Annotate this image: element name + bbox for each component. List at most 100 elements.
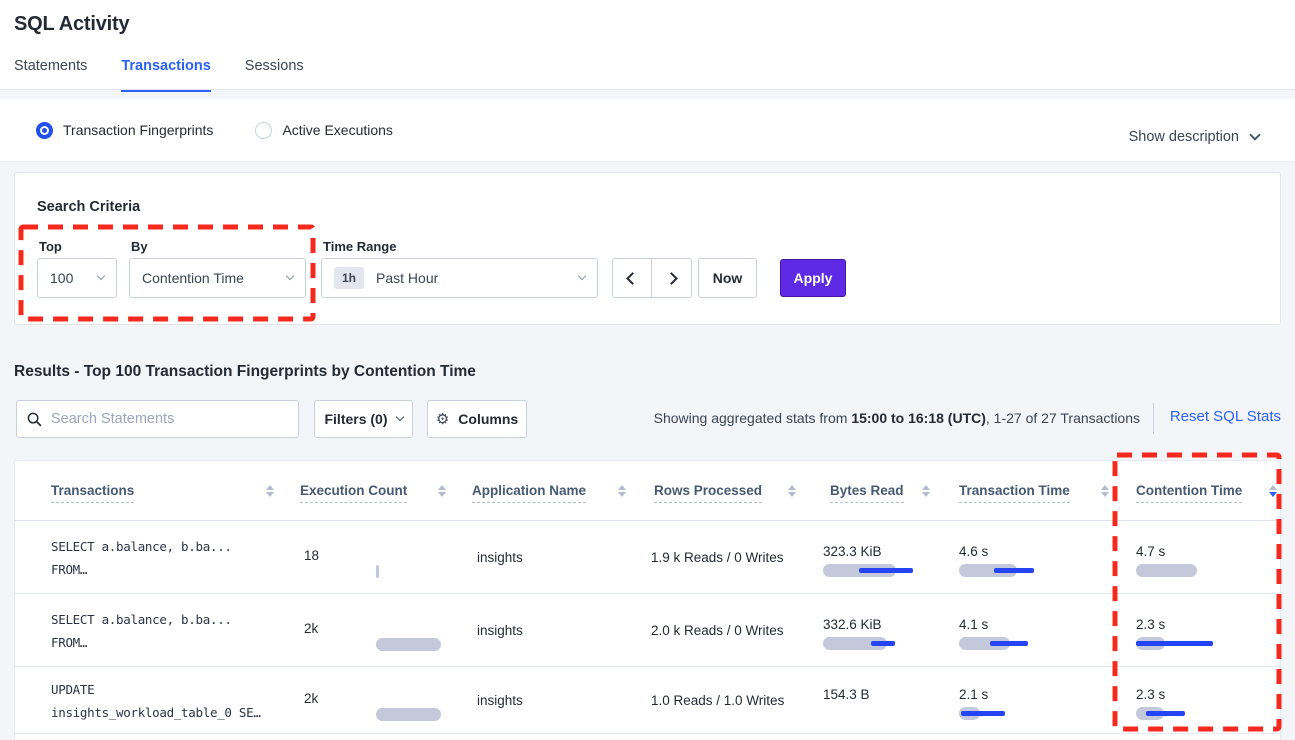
sort-icon-execution-count[interactable]: [438, 485, 446, 497]
search-statements-input[interactable]: [51, 411, 288, 427]
transaction-time-cell: 4.6 s: [959, 521, 1079, 577]
application-name-value: insights: [477, 623, 523, 638]
transaction-time-bar: [959, 637, 1069, 650]
column-header-execution-count[interactable]: Execution Count: [300, 483, 407, 503]
tab-statements[interactable]: Statements: [14, 58, 87, 92]
search-criteria-card: Search Criteria Top 100 By Contention Ti…: [14, 172, 1281, 325]
contention-time-bar: [1136, 564, 1246, 577]
stats-time-range: 15:00 to 16:18 (UTC): [851, 410, 986, 426]
by-label: By: [131, 239, 148, 254]
column-header-bytes-read[interactable]: Bytes Read: [830, 483, 904, 503]
transaction-time-bar: [959, 564, 1069, 577]
reset-sql-stats-link[interactable]: Reset SQL Stats: [1170, 408, 1281, 425]
search-criteria-heading: Search Criteria: [37, 199, 140, 215]
bytes-read-cell: 332.6 KiB: [823, 594, 943, 650]
next-range-button[interactable]: [652, 259, 691, 297]
chevron-left-icon: [626, 272, 639, 285]
contention-time-bar: [1136, 707, 1246, 720]
contention-time-cell: 2.3 s: [1136, 664, 1256, 720]
column-header-contention-time[interactable]: Contention Time: [1136, 483, 1242, 503]
now-button[interactable]: Now: [698, 258, 757, 298]
columns-button[interactable]: ⚙ Columns: [427, 400, 527, 438]
table-row[interactable]: UPDATE insights_workload_table_0 SE… 2k …: [15, 667, 1280, 734]
transaction-time-cell: 2.1 s: [959, 664, 1079, 720]
chevron-right-icon: [665, 272, 678, 285]
contention-time-cell: 4.7 s: [1136, 521, 1256, 577]
execution-count-value: 2k: [304, 621, 318, 636]
radio-label: Transaction Fingerprints: [63, 122, 213, 138]
top-label: Top: [39, 239, 62, 254]
chevron-down-icon: [1249, 129, 1260, 140]
filters-button[interactable]: Filters (0): [314, 400, 413, 438]
chevron-down-icon: [97, 272, 105, 280]
by-select[interactable]: Contention Time: [129, 258, 306, 298]
radio-active-executions[interactable]: Active Executions: [255, 122, 393, 139]
tab-transactions[interactable]: Transactions: [121, 58, 210, 92]
contention-time-bar: [1136, 637, 1246, 650]
chevron-down-icon: [286, 272, 294, 280]
execution-count-value: 18: [304, 548, 319, 563]
transaction-time-cell: 4.1 s: [959, 594, 1079, 650]
radio-selected-icon: [36, 122, 53, 139]
search-statements-box: [16, 400, 299, 438]
aggregated-stats-text: Showing aggregated stats from 15:00 to 1…: [654, 410, 1140, 426]
filters-label: Filters (0): [324, 411, 387, 427]
sort-icon-transactions[interactable]: [266, 485, 274, 497]
by-select-value: Contention Time: [142, 270, 287, 286]
page-title: SQL Activity: [14, 13, 129, 36]
results-heading: Results - Top 100 Transaction Fingerprin…: [14, 363, 476, 381]
chevron-down-icon: [395, 413, 403, 421]
sort-icon-bytes-read[interactable]: [922, 485, 930, 497]
column-header-rows-processed[interactable]: Rows Processed: [654, 483, 762, 503]
table-row[interactable]: SELECT a.balance, b.ba... FROM… 18 insig…: [15, 521, 1280, 594]
sort-icon-contention-time-active[interactable]: [1269, 485, 1277, 497]
execution-count-value: 2k: [304, 691, 318, 706]
column-header-transaction-time[interactable]: Transaction Time: [959, 483, 1070, 503]
transaction-fingerprint-link[interactable]: UPDATE insights_workload_table_0 SE…: [51, 678, 261, 724]
sort-icon-transaction-time[interactable]: [1101, 485, 1109, 497]
sort-icon-application-name[interactable]: [618, 485, 626, 497]
transaction-fingerprint-link[interactable]: SELECT a.balance, b.ba... FROM…: [51, 535, 232, 581]
bytes-read-bar: [823, 564, 933, 577]
top-select-value: 100: [50, 270, 98, 286]
execution-count-bar: [376, 638, 486, 651]
columns-label: Columns: [458, 411, 518, 427]
tabs-divider: [0, 89, 1295, 90]
bytes-read-cell: 154.3 B: [823, 664, 943, 702]
search-icon: [27, 412, 42, 427]
transactions-table: Transactions Execution Count Application…: [14, 460, 1281, 740]
rows-processed-value: 1.9 k Reads / 0 Writes: [651, 550, 784, 565]
application-name-value: insights: [477, 693, 523, 708]
show-description-toggle[interactable]: Show description: [1129, 129, 1259, 145]
bytes-read-bar: [823, 637, 933, 650]
show-description-label: Show description: [1129, 129, 1239, 145]
tab-sessions[interactable]: Sessions: [245, 58, 304, 92]
transaction-time-bar: [959, 707, 1069, 720]
column-header-transactions[interactable]: Transactions: [51, 483, 134, 503]
top-select[interactable]: 100: [37, 258, 117, 298]
table-row[interactable]: SELECT a.balance, b.ba... FROM… 2k insig…: [15, 594, 1280, 667]
radio-unselected-icon: [255, 122, 272, 139]
time-range-pager: [612, 258, 692, 298]
time-range-value: Past Hour: [376, 270, 579, 286]
application-name-value: insights: [477, 550, 523, 565]
time-range-badge: 1h: [334, 267, 364, 289]
previous-range-button[interactable]: [613, 259, 652, 297]
gear-icon: ⚙: [436, 412, 449, 427]
radio-transaction-fingerprints[interactable]: Transaction Fingerprints: [36, 122, 213, 139]
execution-count-bar: [376, 708, 486, 721]
radio-label: Active Executions: [282, 122, 393, 138]
time-range-label: Time Range: [323, 239, 396, 254]
view-toggle-bar: Transaction Fingerprints Active Executio…: [0, 99, 1295, 162]
sort-icon-rows-processed[interactable]: [788, 485, 796, 497]
sql-activity-page: SQL Activity Statements Transactions Ses…: [0, 0, 1295, 740]
rows-processed-value: 1.0 Reads / 1.0 Writes: [651, 693, 784, 708]
time-range-select[interactable]: 1h Past Hour: [321, 258, 598, 298]
transaction-fingerprint-link[interactable]: SELECT a.balance, b.ba... FROM…: [51, 608, 232, 654]
tab-bar: Statements Transactions Sessions: [14, 58, 304, 92]
contention-time-cell: 2.3 s: [1136, 594, 1256, 650]
bytes-read-cell: 323.3 KiB: [823, 521, 943, 577]
apply-button[interactable]: Apply: [780, 259, 846, 297]
rows-processed-value: 2.0 k Reads / 0 Writes: [651, 623, 784, 638]
column-header-application-name[interactable]: Application Name: [472, 483, 586, 503]
